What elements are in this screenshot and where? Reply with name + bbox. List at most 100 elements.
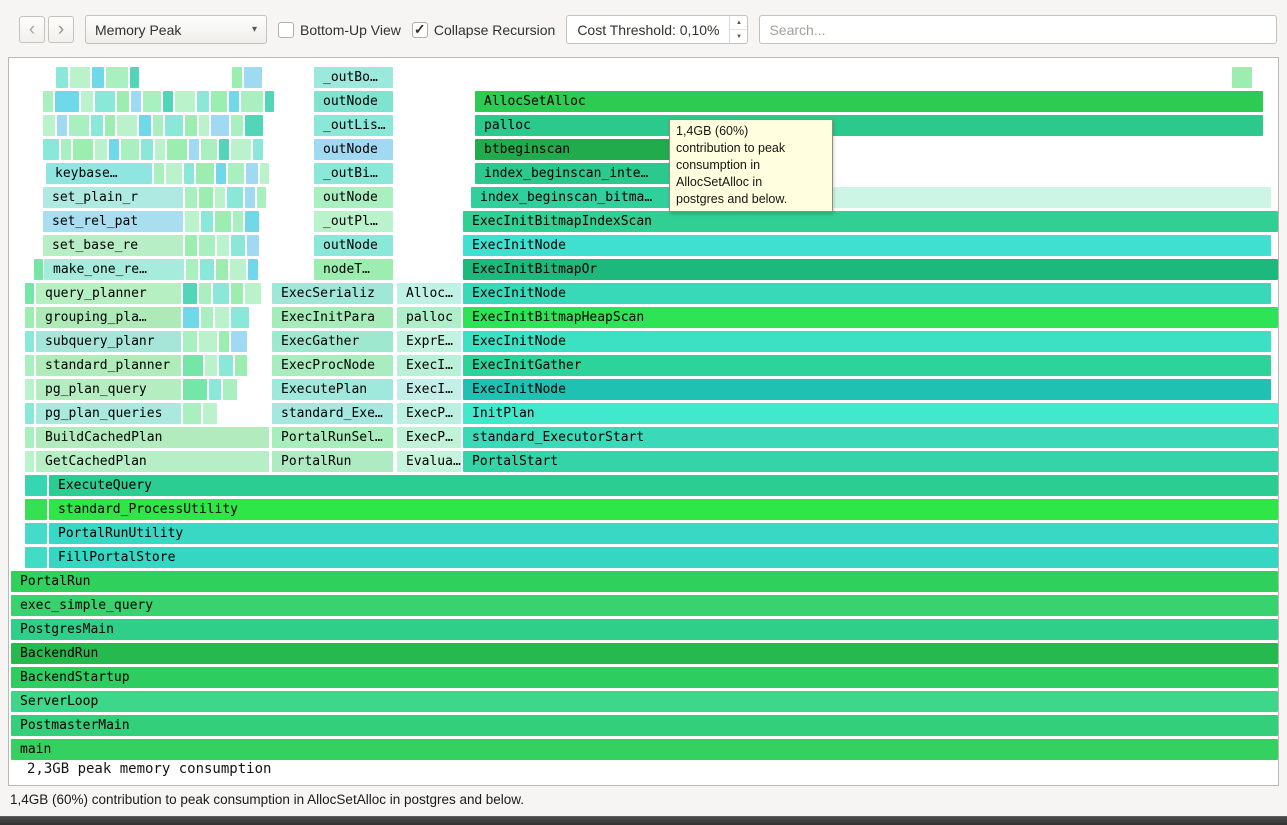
- flame-frame[interactable]: [246, 163, 258, 184]
- flame-frame[interactable]: PostgresMain: [11, 619, 1278, 640]
- flame-frame[interactable]: [55, 91, 79, 112]
- flame-frame[interactable]: [231, 331, 247, 352]
- flame-frame[interactable]: [813, 187, 1271, 208]
- flame-frame[interactable]: [215, 187, 225, 208]
- flame-frame[interactable]: [155, 139, 165, 160]
- flame-frame[interactable]: set_rel_pat: [43, 211, 183, 232]
- flame-frame[interactable]: _outBo…: [314, 67, 393, 88]
- flame-frame[interactable]: Alloc…: [397, 283, 461, 304]
- flame-frame[interactable]: set_base_re: [43, 235, 183, 256]
- flame-frame[interactable]: [229, 91, 239, 112]
- flame-frame[interactable]: BackendRun: [11, 643, 1278, 664]
- flame-frame[interactable]: [215, 211, 231, 232]
- flame-frame[interactable]: [247, 235, 259, 256]
- flame-frame[interactable]: [109, 139, 119, 160]
- flame-frame[interactable]: [253, 139, 263, 160]
- flame-frame[interactable]: PortalRunSel…: [272, 427, 393, 448]
- flame-frame[interactable]: [61, 139, 71, 160]
- flame-frame[interactable]: ExecInitNode: [463, 379, 1271, 400]
- flame-frame[interactable]: [235, 355, 247, 376]
- flame-frame[interactable]: ExecInitGather: [463, 355, 1271, 376]
- flame-frame[interactable]: pg_plan_queries: [36, 403, 181, 424]
- flame-frame[interactable]: FillPortalStore: [49, 547, 1278, 568]
- flame-frame[interactable]: outNode: [314, 187, 393, 208]
- flame-frame[interactable]: [106, 67, 128, 88]
- flame-frame[interactable]: [43, 91, 53, 112]
- flame-frame[interactable]: [199, 283, 211, 304]
- flame-frame[interactable]: ServerLoop: [11, 691, 1278, 712]
- flame-frame[interactable]: [230, 259, 246, 280]
- flame-frame[interactable]: [121, 139, 139, 160]
- flame-frame[interactable]: [185, 115, 197, 136]
- flame-frame[interactable]: [231, 307, 249, 328]
- flame-frame[interactable]: ExecP…: [397, 403, 461, 424]
- flame-frame[interactable]: standard_Exe…: [272, 403, 393, 424]
- flame-frame[interactable]: ExecutePlan: [272, 379, 393, 400]
- flame-frame[interactable]: ExecI…: [397, 379, 461, 400]
- flame-frame[interactable]: [56, 67, 68, 88]
- flame-frame[interactable]: [81, 91, 93, 112]
- forward-button[interactable]: ›: [48, 16, 74, 43]
- flame-frame[interactable]: [167, 139, 187, 160]
- flame-frame[interactable]: [245, 115, 263, 136]
- flame-frame[interactable]: [265, 91, 274, 112]
- flame-frame[interactable]: Evalua…: [397, 451, 461, 472]
- flame-frame[interactable]: [183, 379, 207, 400]
- flame-frame[interactable]: [25, 499, 47, 520]
- flame-frame[interactable]: PostmasterMain: [11, 715, 1278, 736]
- flame-frame[interactable]: [130, 67, 139, 88]
- flame-frame[interactable]: PortalStart: [463, 451, 1278, 472]
- flame-frame[interactable]: [165, 115, 183, 136]
- flame-frame[interactable]: [91, 115, 103, 136]
- search-input[interactable]: [759, 15, 1277, 44]
- flame-frame[interactable]: ExecProcNode: [272, 355, 393, 376]
- flame-frame[interactable]: ExecInitBitmapOr: [463, 259, 1278, 280]
- flame-frame[interactable]: standard_ExecutorStart: [463, 427, 1278, 448]
- flame-frame[interactable]: [231, 235, 245, 256]
- flame-frame[interactable]: ExecInitBitmapIndexScan: [463, 211, 1278, 232]
- flame-frame[interactable]: [25, 331, 34, 352]
- checkbox-box[interactable]: ✓: [412, 22, 428, 38]
- flame-frame[interactable]: AllocSetAlloc: [475, 91, 1263, 112]
- flame-frame[interactable]: [25, 523, 47, 544]
- flame-frame[interactable]: set_plain_r: [43, 187, 183, 208]
- flame-frame[interactable]: [183, 403, 201, 424]
- flame-frame[interactable]: [231, 115, 243, 136]
- flame-frame[interactable]: [201, 307, 213, 328]
- flame-frame[interactable]: [245, 211, 259, 232]
- flame-frame[interactable]: [57, 115, 67, 136]
- flame-frame[interactable]: [223, 379, 237, 400]
- flame-frame[interactable]: [185, 235, 197, 256]
- flame-frame[interactable]: BuildCachedPlan: [36, 427, 269, 448]
- flame-frame[interactable]: [70, 67, 90, 88]
- flame-frame[interactable]: outNode: [314, 235, 393, 256]
- flame-frame[interactable]: [219, 331, 229, 352]
- flame-frame[interactable]: [227, 187, 243, 208]
- flame-frame[interactable]: keybase…: [46, 163, 152, 184]
- flame-frame[interactable]: [244, 67, 262, 88]
- flame-frame[interactable]: ExecP…: [397, 427, 461, 448]
- flame-frame[interactable]: grouping_pla…: [36, 307, 181, 328]
- flame-frame[interactable]: [154, 163, 164, 184]
- flame-frame[interactable]: outNode: [314, 139, 393, 160]
- flame-frame[interactable]: [217, 235, 229, 256]
- flame-frame[interactable]: [25, 307, 34, 328]
- flame-frame[interactable]: [25, 475, 47, 496]
- flame-frame[interactable]: [25, 379, 34, 400]
- flame-frame[interactable]: [95, 139, 107, 160]
- flame-frame[interactable]: [25, 451, 34, 472]
- view-mode-select[interactable]: Memory Peak ▾: [85, 15, 267, 44]
- flame-frame[interactable]: [260, 163, 269, 184]
- flame-frame[interactable]: [241, 91, 263, 112]
- flame-frame[interactable]: [245, 283, 261, 304]
- flame-frame[interactable]: [231, 139, 251, 160]
- flame-frame[interactable]: [92, 67, 104, 88]
- flame-frame[interactable]: [199, 115, 209, 136]
- flame-frame[interactable]: [189, 139, 199, 160]
- flame-frame[interactable]: [196, 163, 214, 184]
- flame-frame[interactable]: [25, 427, 34, 448]
- flame-frame[interactable]: ExecInitNode: [463, 235, 1271, 256]
- flame-graph[interactable]: 1,4GB (60%) contribution to peak consump…: [8, 57, 1279, 786]
- flame-frame[interactable]: ExecInitNode: [463, 283, 1271, 304]
- cost-threshold-spinbox[interactable]: Cost Threshold: 0,10% ▲ ▼: [566, 15, 748, 44]
